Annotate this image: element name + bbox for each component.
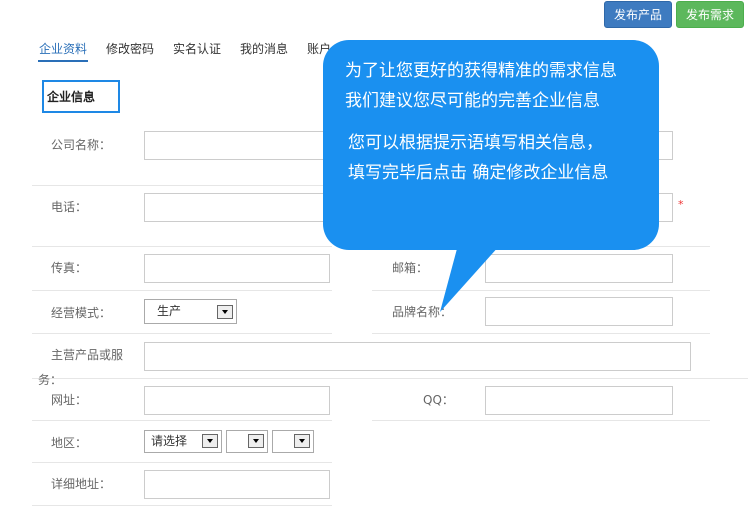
district-select[interactable] — [272, 430, 314, 453]
address-input[interactable] — [144, 470, 330, 499]
row-divider — [372, 290, 710, 291]
tooltip-line-2: 我们建议您尽可能的完善企业信息 — [345, 91, 600, 111]
tooltip-line-4: 填写完毕后点击 确定修改企业信息 — [348, 163, 609, 183]
publish-product-button[interactable]: 发布产品 — [604, 1, 672, 28]
required-mark: * — [678, 198, 684, 211]
tooltip-line-3: 您可以根据提示语填写相关信息， — [348, 133, 603, 153]
phone-field-right-input[interactable] — [658, 193, 673, 222]
province-select[interactable]: 请选择 — [144, 430, 222, 453]
active-tab-indicator — [38, 60, 88, 62]
city-select[interactable] — [226, 430, 268, 453]
row-divider — [372, 420, 710, 421]
fax-label: 传真： — [51, 261, 88, 275]
main-products-label-cont: 务： — [38, 373, 63, 387]
region-label: 地区： — [51, 436, 88, 450]
email-label: 邮箱： — [392, 261, 429, 275]
business-mode-label: 经营模式： — [51, 306, 112, 320]
row-divider — [32, 185, 332, 186]
address-label: 详细地址： — [51, 477, 112, 491]
row-divider — [32, 290, 332, 291]
tooltip-line-1: 为了让您更好的获得精准的需求信息 — [345, 61, 617, 81]
tab-real-name-auth[interactable]: 实名认证 — [173, 40, 221, 57]
tab-my-messages[interactable]: 我的消息 — [240, 40, 288, 57]
row-divider — [32, 462, 332, 463]
website-label: 网址： — [51, 393, 88, 407]
website-input[interactable] — [144, 386, 330, 415]
chevron-down-icon — [202, 434, 218, 448]
row-divider — [32, 333, 332, 334]
business-mode-select[interactable]: 生产 — [144, 299, 237, 324]
row-divider — [32, 246, 332, 247]
tab-change-password[interactable]: 修改密码 — [106, 40, 154, 57]
company-name-input[interactable] — [144, 131, 330, 160]
chevron-down-icon — [294, 434, 310, 448]
qq-input[interactable] — [485, 386, 673, 415]
main-products-input[interactable] — [144, 342, 691, 371]
guide-tooltip: 为了让您更好的获得精准的需求信息 我们建议您尽可能的完善企业信息 您可以根据提示… — [323, 40, 659, 250]
main-products-label: 主营产品或服 — [51, 348, 124, 362]
business-mode-value: 生产 — [157, 304, 182, 318]
company-name-label: 公司名称： — [51, 138, 112, 152]
section-title: 企业信息 — [42, 80, 120, 113]
chevron-down-icon — [248, 434, 264, 448]
row-divider — [32, 378, 748, 379]
tab-company-profile[interactable]: 企业资料 — [39, 40, 87, 57]
row-divider — [32, 505, 332, 506]
phone-label: 电话： — [51, 200, 88, 214]
row-divider — [32, 420, 332, 421]
brand-name-input[interactable] — [485, 297, 673, 326]
email-input[interactable] — [485, 254, 673, 283]
company-field-right-input[interactable] — [658, 131, 673, 160]
brand-name-label: 品牌名称： — [392, 305, 453, 319]
publish-demand-button[interactable]: 发布需求 — [676, 1, 744, 28]
row-divider — [372, 333, 710, 334]
province-value: 请选择 — [151, 434, 188, 448]
fax-input[interactable] — [144, 254, 330, 283]
qq-label: QQ： — [423, 393, 454, 407]
chevron-down-icon — [217, 305, 233, 319]
phone-input[interactable] — [144, 193, 330, 222]
